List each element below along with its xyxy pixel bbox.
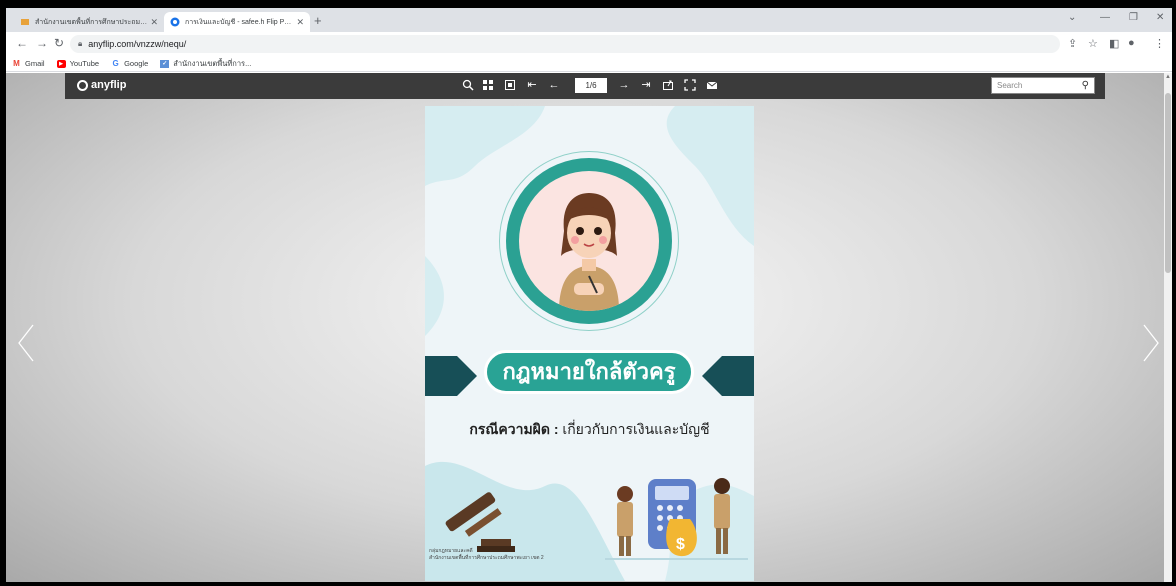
bookmark-youtube[interactable]: ▶ YouTube	[56, 59, 99, 68]
close-window-icon[interactable]: ✕	[1156, 12, 1164, 23]
bookmark-site[interactable]: ✓ สำนักงานเขตพื้นที่การ...	[160, 58, 251, 70]
browser-window: สำนักงานเขตพื้นที่การศึกษาประถมศึกษา ✕ ก…	[6, 8, 1172, 582]
svg-text:$: $	[676, 536, 685, 553]
share-icon[interactable]: ⇪	[1068, 37, 1077, 50]
menu-icon[interactable]: ⋮	[1154, 37, 1165, 50]
tab-title: สำนักงานเขตพื้นที่การศึกษาประถมศึกษา	[35, 18, 148, 26]
book-cover-page[interactable]: กฎหมายใกล้ตัวครู กรณีความผิด : เกี่ยวกับ…	[425, 106, 754, 581]
lock-icon: 🔒︎	[78, 39, 83, 48]
youtube-icon: ▶	[56, 59, 66, 68]
thumbnails-icon[interactable]	[482, 79, 494, 91]
bookmarks-bar: M Gmail ▶ YouTube G Google ✓ สำนักงานเขต…	[6, 56, 1172, 72]
side-panel-icon[interactable]: ◧	[1109, 37, 1119, 50]
share-icon[interactable]	[662, 79, 674, 91]
close-icon[interactable]: ✕	[296, 17, 304, 28]
fullscreen-icon[interactable]	[684, 79, 696, 91]
tab-1[interactable]: สำนักงานเขตพื้นที่การศึกษาประถมศึกษา ✕	[14, 12, 164, 32]
site-favicon-icon	[20, 17, 30, 27]
address-bar[interactable]: 🔒︎ anyflip.com/vnzzw/nequ/	[70, 35, 1060, 53]
cover-title: กฎหมายใกล้ตัวครู	[484, 350, 694, 394]
last-page-icon[interactable]: ⇥	[640, 79, 652, 91]
url-text: anyflip.com/vnzzw/nequ/	[88, 39, 187, 49]
back-icon[interactable]: ←	[16, 36, 28, 50]
previous-page-icon[interactable]: ←	[548, 79, 560, 91]
finance-illustration: $	[605, 478, 748, 560]
gmail-icon: M	[13, 58, 20, 68]
email-icon[interactable]	[706, 79, 718, 91]
flipbook-viewer: anyflip ⇤ ← 1/6 → ⇥ Search ⚲ กฎหมายใกล้ต…	[6, 73, 1164, 582]
google-icon: G	[112, 58, 119, 68]
tab-strip: สำนักงานเขตพื้นที่การศึกษาประถมศึกษา ✕ ก…	[6, 8, 1172, 32]
new-tab-button[interactable]: +	[314, 13, 322, 28]
cover-footer: กลุ่มกฎหมายและคดี สำนักงานเขตพื้นที่การศ…	[429, 548, 544, 561]
minimize-icon[interactable]: —	[1100, 12, 1110, 23]
site-icon: ✓	[160, 59, 170, 68]
zoom-in-icon[interactable]	[462, 79, 474, 91]
close-icon[interactable]: ✕	[150, 17, 158, 28]
next-page-icon[interactable]: →	[618, 79, 630, 91]
bookmark-gmail[interactable]: M Gmail	[12, 58, 44, 68]
reload-icon[interactable]: ↻	[54, 36, 64, 50]
maximize-icon[interactable]: ❐	[1129, 12, 1138, 23]
browser-toolbar: ← → ↻ 🔒︎ anyflip.com/vnzzw/nequ/ ⇪ ☆ ◧ ●…	[6, 32, 1172, 56]
tab-title: การเงินและบัญชี - safee.h Flip PDF	[185, 18, 294, 26]
scrollbar-thumb[interactable]	[1165, 93, 1171, 273]
search-icon[interactable]: ⚲	[1082, 78, 1089, 93]
previous-page-arrow[interactable]	[16, 323, 36, 363]
page-number-input[interactable]: 1/6	[575, 78, 607, 93]
bookmark-star-icon[interactable]: ☆	[1088, 37, 1098, 50]
search-input[interactable]: Search ⚲	[991, 77, 1095, 94]
vertical-scrollbar[interactable]: ▲	[1164, 73, 1172, 582]
flipbook-toolbar: anyflip ⇤ ← 1/6 → ⇥ Search ⚲	[65, 73, 1105, 99]
logo-icon	[77, 79, 88, 91]
anyflip-logo[interactable]: anyflip	[77, 79, 126, 91]
profile-avatar-icon[interactable]: ●	[1128, 37, 1135, 49]
forward-icon[interactable]: →	[36, 36, 48, 50]
single-page-icon[interactable]	[504, 79, 516, 91]
scroll-up-icon[interactable]: ▲	[1165, 74, 1171, 80]
next-page-arrow[interactable]	[1141, 323, 1161, 363]
tab-2[interactable]: การเงินและบัญชี - safee.h Flip PDF ✕	[164, 12, 310, 32]
first-page-icon[interactable]: ⇤	[526, 79, 538, 91]
cover-subtitle: กรณีความผิด : เกี่ยวกับการเงินและบัญชี	[469, 421, 710, 437]
teacher-portrait	[499, 151, 679, 331]
teacher-illustration	[559, 193, 619, 311]
bookmark-google[interactable]: G Google	[111, 59, 148, 68]
anyflip-favicon-icon	[170, 17, 180, 27]
tab-search-icon[interactable]: ⌄	[1068, 12, 1076, 23]
